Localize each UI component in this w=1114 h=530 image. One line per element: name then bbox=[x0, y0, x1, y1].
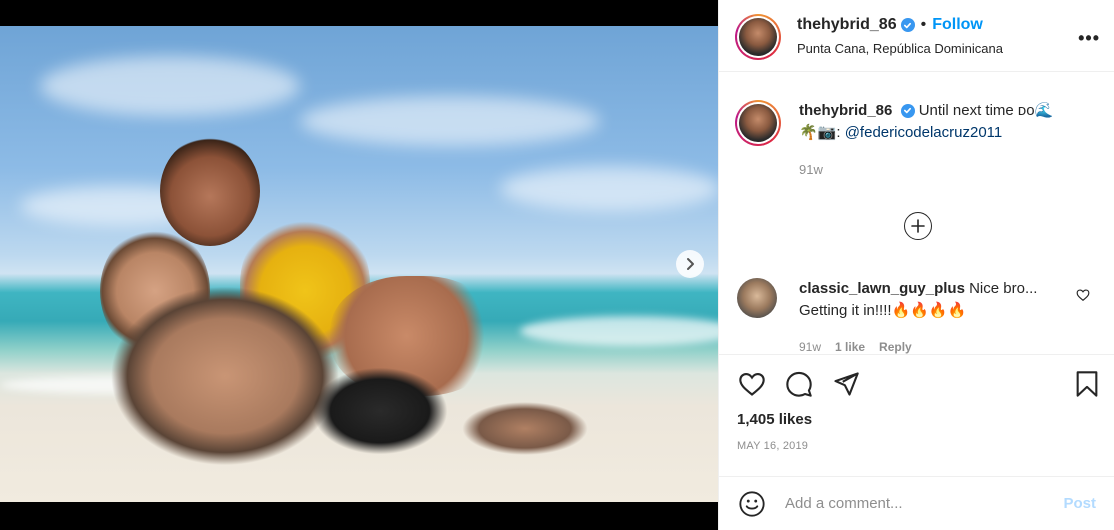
smiley-icon bbox=[739, 490, 765, 517]
caption-emojis: ᴅᴏ🌊 bbox=[1017, 102, 1054, 119]
share-button[interactable] bbox=[831, 369, 861, 399]
plus-icon bbox=[911, 219, 925, 233]
verified-badge-icon bbox=[900, 18, 915, 32]
caption-emojis-line2: 🌴📷: bbox=[799, 124, 845, 141]
caption-timestamp[interactable]: 91w bbox=[799, 159, 1053, 181]
comment-text: Nice bro... bbox=[969, 280, 1038, 297]
add-comment-bar: Post bbox=[719, 476, 1114, 530]
caption-author-avatar[interactable] bbox=[735, 100, 781, 146]
emoji-picker-button[interactable] bbox=[737, 489, 767, 519]
likes-count[interactable]: 1,405 likes bbox=[737, 411, 1096, 428]
load-more-comments-button[interactable] bbox=[904, 212, 932, 240]
post-date[interactable]: MAY 16, 2019 bbox=[737, 440, 1096, 452]
comment-button[interactable] bbox=[784, 369, 814, 399]
comment-input[interactable] bbox=[785, 495, 1064, 512]
like-button[interactable] bbox=[737, 369, 767, 399]
chevron-right-icon bbox=[687, 258, 694, 270]
caption-username[interactable]: thehybrid_86 bbox=[799, 102, 892, 119]
caption-text: Until next time bbox=[918, 102, 1018, 119]
heart-icon bbox=[739, 373, 765, 396]
post-location[interactable]: Punta Cana, República Dominicana bbox=[797, 41, 1003, 56]
follow-button[interactable]: Follow bbox=[932, 16, 983, 34]
post-header: thehybrid_86 • Follow Punta Cana, Repúbl… bbox=[719, 0, 1114, 72]
author-avatar[interactable] bbox=[735, 14, 781, 60]
post-media bbox=[0, 0, 718, 530]
bookmark-icon bbox=[1076, 371, 1098, 397]
caption-mention-link[interactable]: @federicodelacruz2011 bbox=[845, 124, 1003, 141]
next-slide-button[interactable] bbox=[676, 250, 704, 278]
heart-icon bbox=[1076, 289, 1090, 301]
speech-bubble-icon bbox=[786, 371, 812, 397]
comment-text-line2: Getting it in!!!!🔥🔥🔥🔥 bbox=[799, 302, 967, 319]
post-caption: thehybrid_86 Until next time ᴅᴏ🌊 🌴📷: @fe… bbox=[735, 100, 1098, 181]
paper-plane-icon bbox=[834, 372, 859, 396]
post-comment-button[interactable]: Post bbox=[1063, 495, 1096, 512]
separator-bullet: • bbox=[920, 16, 927, 33]
author-username[interactable]: thehybrid_86 bbox=[797, 16, 897, 34]
verified-badge-icon bbox=[900, 103, 915, 118]
post-photo[interactable] bbox=[0, 26, 718, 502]
commenter-avatar[interactable] bbox=[737, 278, 777, 318]
post-actions: 1,405 likes MAY 16, 2019 bbox=[719, 354, 1114, 476]
commenter-username[interactable]: classic_lawn_guy_plus bbox=[799, 280, 965, 297]
post-side-panel: thehybrid_86 • Follow Punta Cana, Repúbl… bbox=[718, 0, 1114, 530]
save-button[interactable] bbox=[1072, 369, 1102, 399]
comment-like-button[interactable] bbox=[1076, 288, 1090, 307]
comment-item: classic_lawn_guy_plus Nice bro... Gettin… bbox=[737, 278, 1098, 358]
more-options-button[interactable]: ••• bbox=[1078, 28, 1100, 49]
